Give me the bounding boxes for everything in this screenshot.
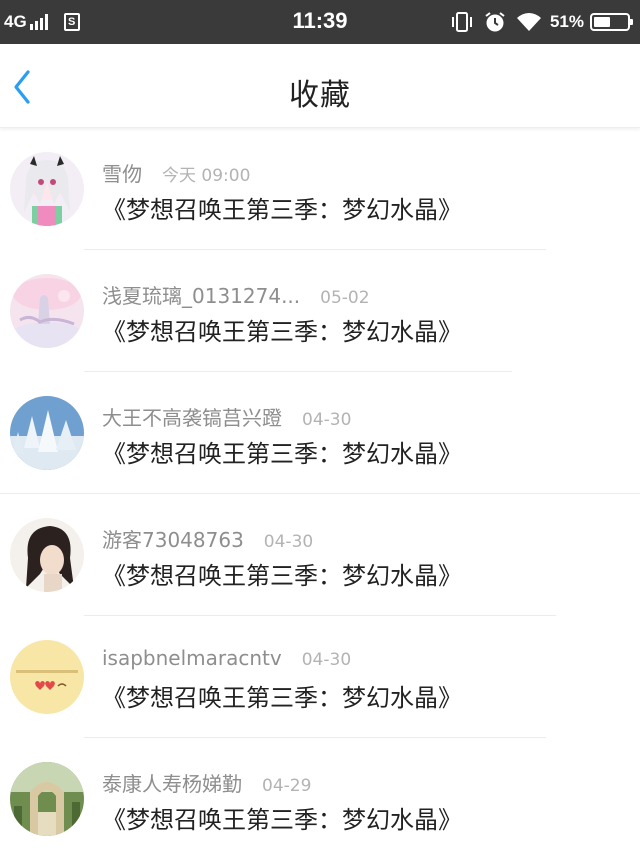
username[interactable]: 浅夏琉璃_0131274... [102, 280, 300, 309]
status-right: 51% [440, 9, 633, 35]
item-title[interactable]: 《梦想召唤王第三季：梦幻水晶》 [102, 312, 462, 347]
timestamp: 04-29 [262, 776, 312, 796]
timestamp: 04-30 [302, 410, 352, 430]
screen: 4G S 11:39 51% 收藏 雪伆 今天 09:00 《梦想召唤王第三季：… [0, 0, 640, 863]
item-meta: isapbnelmaracntv 04-30 [102, 646, 351, 672]
item-meta: 游客73048763 04-30 [102, 524, 314, 553]
item-meta: 浅夏琉璃_0131274... 05-02 [102, 280, 370, 309]
app-header: 收藏 [0, 44, 640, 128]
dark-hair-avatar[interactable] [10, 518, 84, 592]
username[interactable]: 泰康人寿杨娣勤 [102, 768, 242, 797]
battery-percent: 51% [549, 12, 584, 31]
username[interactable]: 雪伆 [102, 158, 142, 187]
item-meta: 大王不高袭镐莒兴蹬 04-30 [102, 402, 352, 431]
snow-trees-avatar[interactable] [10, 396, 84, 470]
username[interactable]: 游客73048763 [102, 524, 244, 553]
favorite-item[interactable]: 游客73048763 04-30 《梦想召唤王第三季：梦幻水晶》 [0, 494, 640, 616]
timestamp: 今天 09:00 [162, 166, 251, 186]
page-title: 收藏 [289, 78, 351, 113]
item-title[interactable]: 《梦想召唤王第三季：梦幻水晶》 [102, 800, 462, 835]
pink-scene-avatar[interactable] [10, 274, 84, 348]
favorite-item[interactable]: 雪伆 今天 09:00 《梦想召唤王第三季：梦幻水晶》 [0, 128, 640, 250]
timestamp: 05-02 [320, 288, 370, 308]
wifi-icon [516, 12, 542, 32]
alarm-icon [484, 11, 506, 33]
garden-arch-avatar[interactable] [10, 762, 84, 836]
battery-icon [590, 13, 633, 31]
item-title[interactable]: 《梦想召唤王第三季：梦幻水晶》 [102, 678, 462, 713]
favorite-item[interactable]: isapbnelmaracntv 04-30 《梦想召唤王第三季：梦幻水晶》 [0, 616, 640, 738]
vibrate-icon [450, 11, 474, 33]
timestamp: 04-30 [263, 532, 314, 552]
username[interactable]: isapbnelmaracntv [102, 646, 282, 670]
item-title[interactable]: 《梦想召唤王第三季：梦幻水晶》 [102, 434, 462, 469]
favorite-item[interactable]: 大王不高袭镐莒兴蹬 04-30 《梦想召唤王第三季：梦幻水晶》 [0, 372, 640, 494]
item-meta: 泰康人寿杨娣勤 04-29 [102, 768, 312, 797]
item-title[interactable]: 《梦想召唤王第三季：梦幻水晶》 [102, 556, 462, 591]
yellow-text-avatar[interactable] [10, 640, 84, 714]
favorite-item[interactable]: 浅夏琉璃_0131274... 05-02 《梦想召唤王第三季：梦幻水晶》 [0, 250, 640, 372]
favorites-list: 雪伆 今天 09:00 《梦想召唤王第三季：梦幻水晶》 浅夏琉璃_0131274… [0, 128, 640, 860]
timestamp: 04-30 [301, 650, 352, 670]
item-meta: 雪伆 今天 09:00 [102, 158, 251, 187]
anime-girl-avatar[interactable] [10, 152, 84, 226]
battery-fill [594, 17, 610, 27]
status-bar: 4G S 11:39 51% [0, 0, 640, 44]
item-title[interactable]: 《梦想召唤王第三季：梦幻水晶》 [102, 190, 462, 225]
username[interactable]: 大王不高袭镐莒兴蹬 [102, 402, 282, 431]
favorite-item[interactable]: 泰康人寿杨娣勤 04-29 《梦想召唤王第三季：梦幻水晶》 [0, 738, 640, 860]
